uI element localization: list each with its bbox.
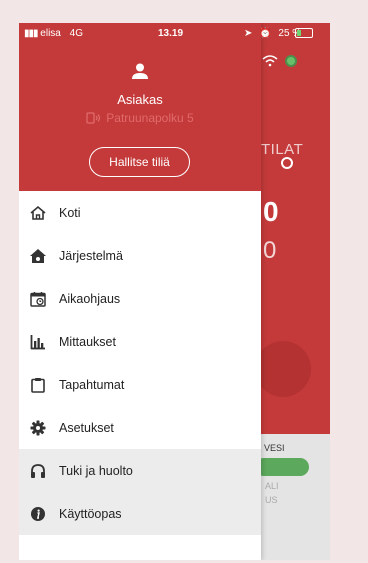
battery-icon [295,28,313,38]
phone-screen: ▮▮▮ elisa 4G 13.19 ➤ ⏰ 25 % TILAT 0 0 VE… [19,23,330,560]
menu-label: Järjestelmä [59,248,123,263]
bg-value-2: 0 [263,237,277,264]
status-bar: ▮▮▮ elisa 4G 13.19 ➤ ⏰ 25 % [19,23,330,43]
alarm-icon: ⏰ [259,28,272,39]
home-icon [28,203,48,223]
drawer-menu: Koti Järjestelmä Aikaohjaus Mittaukset T… [19,191,261,535]
status-right: ➤ ⏰ 25 % [244,28,301,39]
wifi-icon [262,54,278,70]
manage-account-button[interactable]: Hallitse tiliä [89,147,190,177]
clock: 13.19 [158,28,184,39]
menu-item-support[interactable]: Tuki ja huolto [19,449,261,492]
menu-label: Asetukset [59,420,114,435]
signal-icon: ▮▮▮ [24,28,38,39]
menu-label: Aikaohjaus [59,291,121,306]
headset-icon [28,461,48,481]
address-text: Patruunapolku 5 [106,111,194,125]
menu-item-schedule[interactable]: Aikaohjaus [19,277,261,320]
navigation-drawer: Asiakas Patruunapolku 5 Hallitse tiliä K… [19,23,261,560]
menu-label: Mittaukset [59,334,116,349]
menu-item-guide[interactable]: Käyttöopas [19,492,261,535]
clipboard-icon [28,375,48,395]
menu-label: Tuki ja huolto [59,463,133,478]
user-icon [132,63,148,79]
degree-icon [281,157,293,169]
gear-icon [28,418,48,438]
drawer-header: Asiakas Patruunapolku 5 Hallitse tiliä [19,23,261,191]
bg-value-1: 0 [263,196,279,227]
user-name: Asiakas [117,92,163,107]
schedule-icon [28,289,48,309]
site-address: Patruunapolku 5 [19,111,261,127]
location-icon: ➤ [244,28,253,39]
menu-label: Koti [59,205,81,220]
menu-item-system[interactable]: Järjestelmä [19,234,261,277]
online-indicator-icon [285,55,297,67]
battery-level [297,30,301,36]
info-icon [28,504,48,524]
bg-round-button [255,341,311,397]
menu-item-home[interactable]: Koti [19,191,261,234]
menu-label: Tapahtumat [59,377,125,392]
system-icon [28,246,48,266]
bg-label-3: US [265,495,278,505]
chart-icon [28,332,48,352]
menu-label: Käyttöopas [59,506,122,521]
bg-status-pill [255,458,309,476]
device-icon [86,112,102,127]
menu-item-events[interactable]: Tapahtumat [19,363,261,406]
bg-label-water: VESI [264,443,285,453]
bg-heading: TILAT [261,141,304,158]
bg-label-2: ALI [265,481,279,491]
menu-item-measurements[interactable]: Mittaukset [19,320,261,363]
carrier-label: ▮▮▮ elisa 4G [24,28,83,39]
menu-item-settings[interactable]: Asetukset [19,406,261,449]
